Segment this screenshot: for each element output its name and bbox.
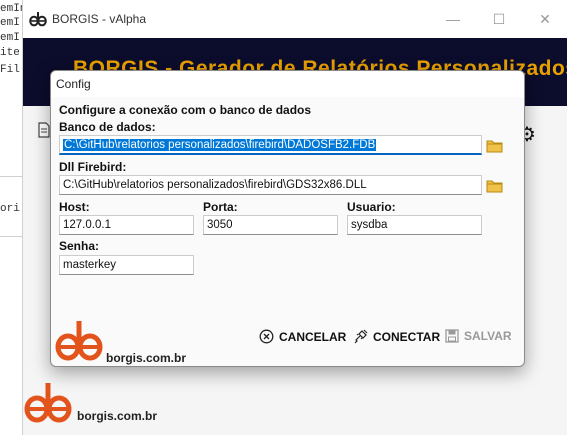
code-line: emI bbox=[0, 32, 20, 44]
database-path-field[interactable]: C:\GitHub\relatorios personalizados\fire… bbox=[59, 135, 482, 155]
save-button[interactable]: SALVAR bbox=[445, 329, 512, 343]
database-label: Banco de dados: bbox=[59, 120, 156, 134]
user-field[interactable]: sysdba bbox=[347, 215, 482, 235]
connect-button[interactable]: CONECTAR bbox=[353, 329, 440, 344]
divider bbox=[0, 236, 22, 237]
dll-label: Dll Firebird: bbox=[59, 160, 127, 174]
document-icon[interactable] bbox=[38, 122, 50, 138]
database-path-value: C:\GitHub\relatorios personalizados\fire… bbox=[61, 138, 378, 152]
cancel-icon bbox=[259, 329, 274, 344]
footer-link[interactable]: borgis.com.br bbox=[77, 409, 157, 423]
dll-path-field[interactable]: C:\GitHub\relatorios personalizados\fire… bbox=[59, 175, 482, 195]
divider bbox=[0, 176, 22, 177]
close-button[interactable]: ✕ bbox=[522, 0, 567, 38]
port-field[interactable]: 3050 bbox=[203, 215, 338, 235]
password-label: Senha: bbox=[59, 239, 100, 253]
main-window-title: BORGIS - vAlpha bbox=[52, 12, 147, 26]
config-dialog: Config Configure a conexão com o banco d… bbox=[50, 70, 525, 367]
code-line: ori bbox=[0, 203, 20, 215]
dialog-footer-link[interactable]: borgis.com.br bbox=[106, 351, 186, 365]
background-code-editor: emInfo: emI emI ite Fil ori bbox=[0, 0, 23, 435]
dialog-title: Config bbox=[56, 77, 91, 91]
code-line: emInfo: bbox=[0, 3, 22, 15]
host-field[interactable]: 127.0.0.1 bbox=[59, 215, 194, 235]
minimize-button[interactable]: — bbox=[430, 0, 476, 38]
plug-icon bbox=[354, 329, 368, 344]
user-label: Usuario: bbox=[347, 200, 396, 214]
cancel-button-label: CANCELAR bbox=[279, 329, 347, 344]
host-label: Host: bbox=[59, 200, 90, 214]
cancel-button[interactable]: CANCELAR bbox=[259, 329, 346, 344]
maximize-button[interactable]: ☐ bbox=[476, 0, 522, 38]
save-disk-icon bbox=[445, 329, 459, 343]
main-title-bar: BORGIS - vAlpha — ☐ ✕ bbox=[23, 0, 567, 38]
port-label: Porta: bbox=[203, 200, 238, 214]
code-line: emI bbox=[0, 17, 20, 29]
borgis-logo bbox=[55, 321, 103, 361]
window-controls: — ☐ ✕ bbox=[430, 0, 567, 38]
dialog-heading: Configure a conexão com o banco de dados bbox=[59, 103, 312, 117]
borgis-logo bbox=[24, 383, 72, 423]
password-field[interactable]: masterkey bbox=[59, 255, 194, 275]
code-line: Fil bbox=[0, 64, 20, 76]
browse-database-folder-icon[interactable] bbox=[486, 139, 503, 153]
browse-dll-folder-icon[interactable] bbox=[486, 179, 503, 193]
save-button-label: SALVAR bbox=[464, 329, 512, 343]
dialog-title-bar: Config bbox=[51, 71, 524, 97]
code-line: ite bbox=[0, 47, 20, 59]
borgis-logo-icon bbox=[29, 12, 47, 27]
connect-button-label: CONECTAR bbox=[373, 329, 441, 344]
